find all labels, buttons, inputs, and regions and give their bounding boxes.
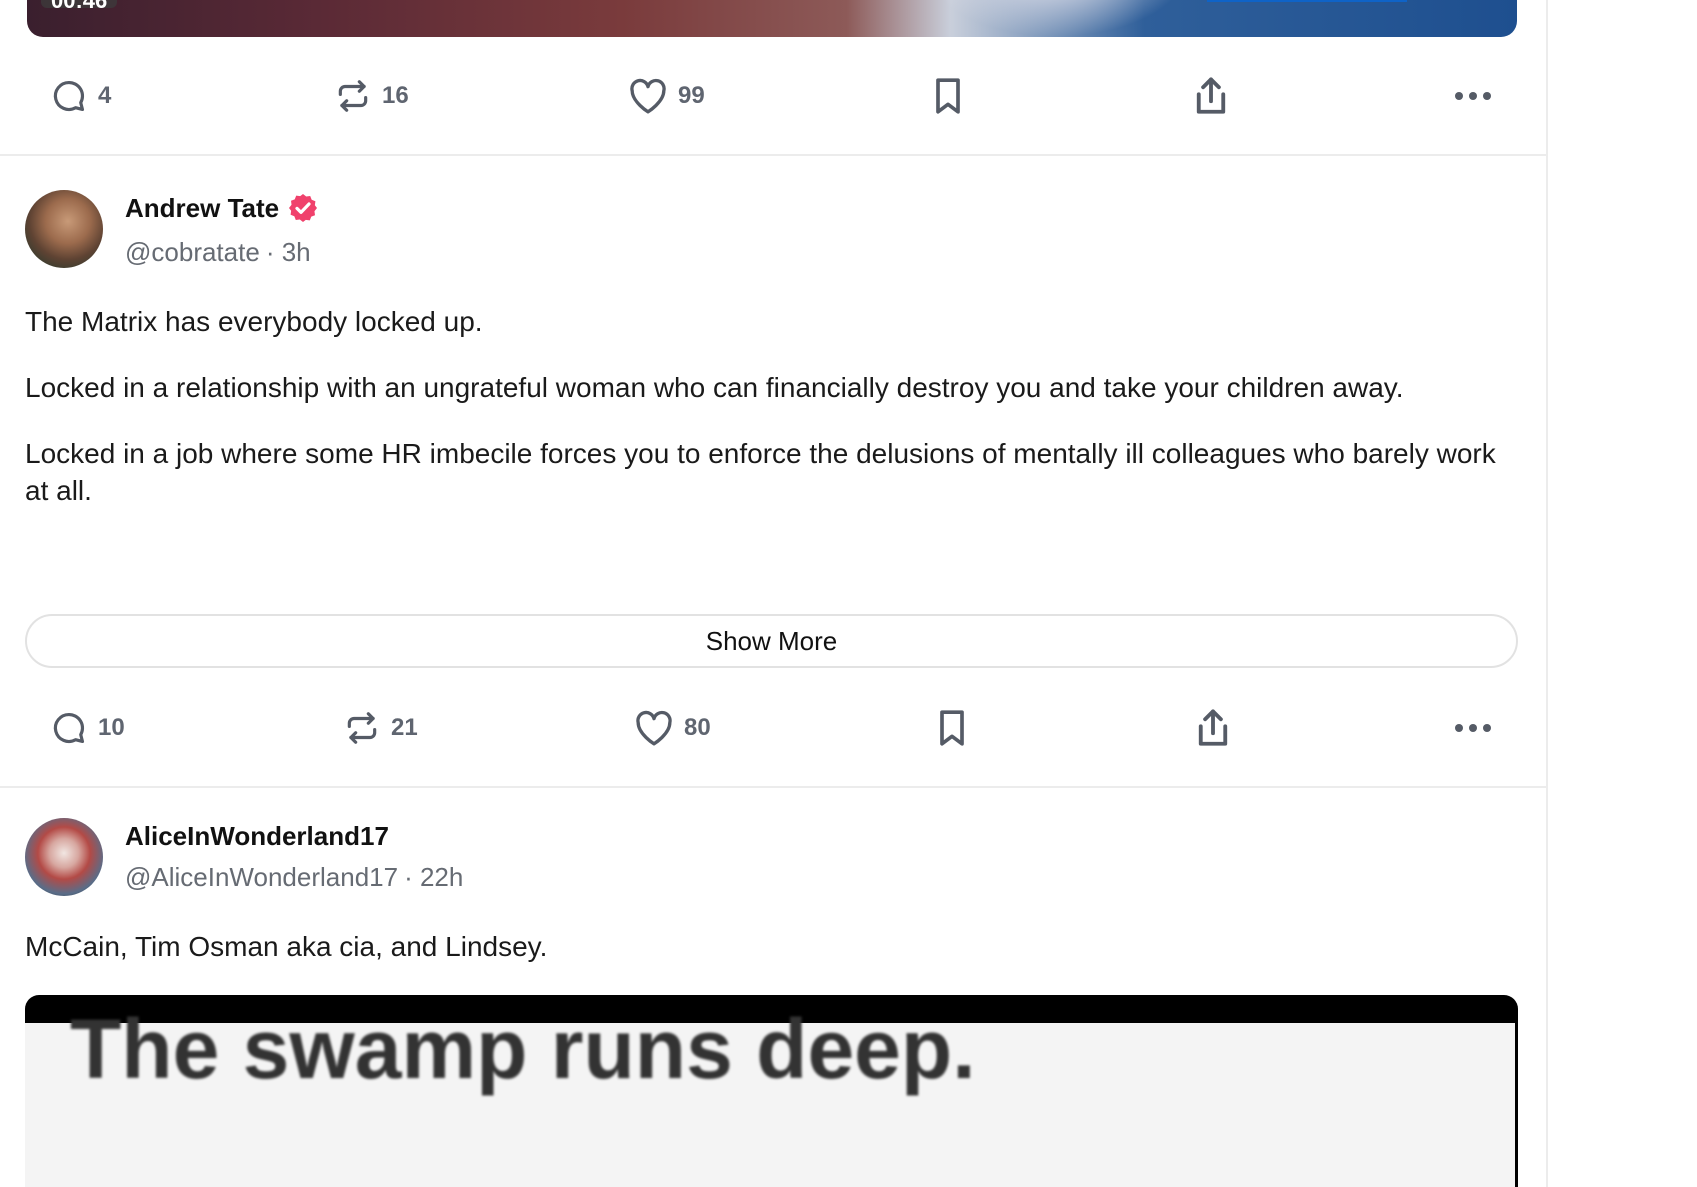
author-handle[interactable]: @AliceInWonderland17 bbox=[125, 862, 398, 893]
like-count: 99 bbox=[678, 82, 705, 109]
post-action-bar: 10 21 80 bbox=[0, 698, 1546, 758]
share-button[interactable] bbox=[1195, 698, 1231, 758]
avatar[interactable] bbox=[25, 190, 103, 268]
post-author[interactable]: AliceInWonderland17 bbox=[125, 821, 389, 852]
post-image[interactable]: The swamp runs deep. bbox=[25, 995, 1518, 1187]
post-paragraph: Locked in a job where some HR imbecile f… bbox=[25, 438, 1496, 506]
repost-arrows-icon bbox=[347, 712, 377, 744]
post-paragraph: McCain, Tim Osman aka cia, and Lindsey. bbox=[25, 931, 548, 962]
author-name: Andrew Tate bbox=[125, 192, 280, 223]
post-body: McCain, Tim Osman aka cia, and Lindsey. bbox=[25, 928, 1525, 994]
video-frame-bar bbox=[1207, 0, 1407, 2]
post-time: · 22h bbox=[404, 862, 464, 892]
speech-bubble-icon bbox=[53, 712, 85, 744]
page-gutter bbox=[1550, 0, 1697, 1187]
reply-button[interactable]: 10 bbox=[50, 698, 125, 758]
video-timestamp: 00:46 bbox=[41, 0, 118, 8]
post-action-bar: 4 16 99 bbox=[0, 66, 1546, 126]
post-body: The Matrix has everybody locked up. Lock… bbox=[25, 303, 1525, 538]
post-author[interactable]: Andrew Tate bbox=[125, 192, 319, 224]
reply-button[interactable]: 4 bbox=[50, 66, 111, 126]
bookmark-button[interactable] bbox=[934, 698, 970, 758]
heart-icon bbox=[630, 78, 666, 114]
post-paragraph: The Matrix has everybody locked up. bbox=[25, 306, 483, 337]
heart-icon bbox=[636, 710, 672, 746]
post-paragraph: Locked in a relationship with an ungrate… bbox=[25, 372, 1404, 403]
author-name: AliceInWonderland17 bbox=[125, 821, 389, 851]
bookmark-icon bbox=[940, 710, 964, 746]
meme-image: The swamp runs deep. bbox=[25, 1002, 1515, 1187]
share-button[interactable] bbox=[1193, 66, 1229, 126]
post-meta: @cobratate · 3h bbox=[125, 237, 311, 268]
bookmark-icon bbox=[936, 78, 960, 114]
meme-caption: The swamp runs deep. bbox=[70, 1002, 976, 1096]
post-divider bbox=[0, 786, 1546, 788]
repost-button[interactable]: 16 bbox=[334, 66, 409, 126]
more-dots-icon bbox=[1455, 724, 1491, 732]
repost-count: 21 bbox=[391, 714, 418, 741]
repost-count: 16 bbox=[382, 82, 409, 109]
more-dots-icon bbox=[1455, 92, 1491, 100]
share-upload-icon bbox=[1198, 709, 1228, 746]
share-upload-icon bbox=[1196, 77, 1226, 114]
like-count: 80 bbox=[684, 714, 711, 741]
bookmark-button[interactable] bbox=[930, 66, 966, 126]
post-time: · 3h bbox=[265, 237, 311, 267]
show-more-button[interactable]: Show More bbox=[25, 614, 1518, 668]
video-frame-highlight bbox=[927, 0, 1187, 37]
verified-badge-icon bbox=[289, 194, 318, 222]
like-button[interactable]: 99 bbox=[628, 66, 705, 126]
post-meta: @AliceInWonderland17 · 22h bbox=[125, 862, 463, 893]
avatar[interactable] bbox=[25, 818, 103, 896]
more-options-button[interactable] bbox=[1454, 698, 1492, 758]
repost-button[interactable]: 21 bbox=[343, 698, 418, 758]
feed: 00:46 4 16 99 Andrew Tate bbox=[0, 0, 1548, 1187]
more-options-button[interactable] bbox=[1454, 66, 1492, 126]
reply-count: 10 bbox=[98, 714, 125, 741]
reply-count: 4 bbox=[98, 82, 112, 109]
post-video[interactable]: 00:46 bbox=[27, 0, 1517, 37]
author-handle[interactable]: @cobratate bbox=[125, 237, 260, 268]
speech-bubble-icon bbox=[53, 80, 85, 112]
repost-arrows-icon bbox=[338, 80, 368, 112]
like-button[interactable]: 80 bbox=[634, 698, 711, 758]
post-divider bbox=[0, 154, 1546, 156]
